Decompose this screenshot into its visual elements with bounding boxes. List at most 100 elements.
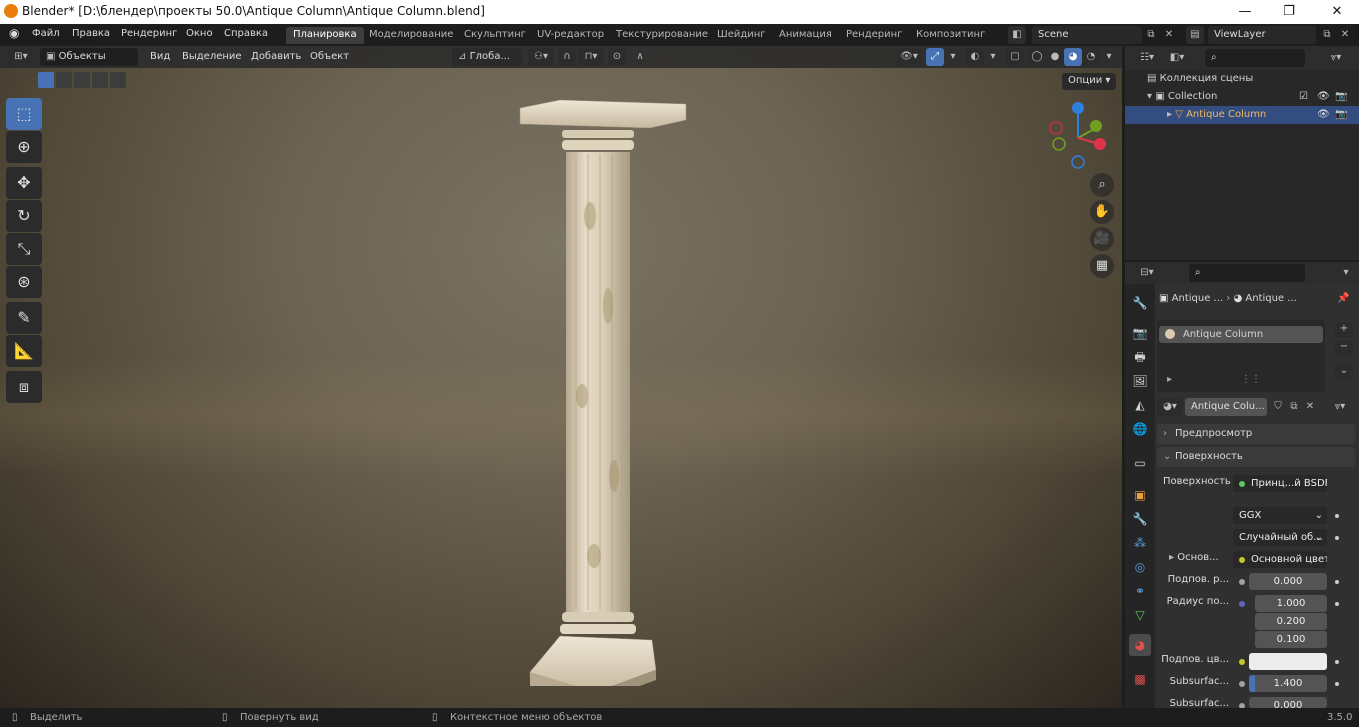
- menu-help[interactable]: Справка: [224, 28, 268, 39]
- color-socket-icon[interactable]: [1239, 659, 1245, 665]
- delete-scene-icon[interactable]: ✕: [1160, 26, 1178, 44]
- output-tab-icon[interactable]: 🖶: [1129, 346, 1151, 368]
- base-color-link-field[interactable]: Основной цвет: [1233, 551, 1327, 568]
- outliner-filter-icon[interactable]: ⩔▾: [1323, 49, 1349, 67]
- keyframe-dot-icon[interactable]: [1335, 514, 1339, 518]
- tab-animation[interactable]: Анимация: [772, 27, 839, 44]
- tool-tab-icon[interactable]: 🔧: [1129, 292, 1151, 314]
- expand-arrow-icon[interactable]: ▸: [1167, 109, 1175, 120]
- tab-sculpting[interactable]: Скульптинг: [457, 27, 533, 44]
- subsurface-method-dropdown[interactable]: Случайный об... ⌄: [1233, 529, 1327, 546]
- tab-texture-paint[interactable]: Текстурирование: [609, 27, 715, 44]
- outliner-row-collection[interactable]: ▾ ▣ Collection ☑ 👁 📷: [1125, 88, 1359, 106]
- collection-tab-icon[interactable]: ▭: [1129, 452, 1151, 474]
- keyframe-dot-icon[interactable]: [1335, 682, 1339, 686]
- camera-view-icon[interactable]: 🎥: [1090, 227, 1114, 251]
- outliner-search-input[interactable]: ⌕: [1205, 49, 1305, 67]
- material-filter-icon[interactable]: ⩔▾: [1327, 398, 1353, 416]
- expand-arrow-icon[interactable]: ▸: [1167, 374, 1172, 385]
- radius-z-field[interactable]: 0.100: [1255, 631, 1327, 648]
- menu-window[interactable]: Окно: [186, 28, 213, 39]
- overlays-icon[interactable]: ◐: [966, 48, 984, 66]
- exclude-checkbox-icon[interactable]: ☑: [1299, 88, 1308, 106]
- particles-tab-icon[interactable]: ⁂: [1129, 532, 1151, 554]
- resize-handle-icon[interactable]: ⋮⋮: [1241, 374, 1261, 385]
- properties-editor-type-icon[interactable]: ⊟▾: [1135, 264, 1159, 282]
- shading-material-icon[interactable]: ◕: [1064, 48, 1082, 66]
- keyframe-dot-icon[interactable]: [1335, 536, 1339, 540]
- tab-rendering[interactable]: Рендеринг: [839, 27, 909, 44]
- expand-arrow-icon[interactable]: ▾: [1147, 91, 1155, 102]
- select-subtract-icon[interactable]: [74, 72, 90, 88]
- keyframe-dot-icon[interactable]: [1335, 580, 1339, 584]
- scale-tool-icon[interactable]: ⤡: [6, 233, 42, 265]
- remove-slot-button[interactable]: −: [1335, 340, 1353, 356]
- options-dropdown[interactable]: Опции ▾: [1062, 73, 1116, 90]
- outliner-editor-type-icon[interactable]: ☷▾: [1135, 49, 1159, 67]
- render-camera-icon[interactable]: 📷: [1335, 106, 1347, 124]
- shading-dropdown-icon[interactable]: ▾: [1100, 48, 1118, 66]
- material-slot-list[interactable]: Antique Column ▸ ⋮⋮: [1157, 320, 1325, 392]
- pin-icon[interactable]: 📌: [1337, 290, 1349, 308]
- maximize-button[interactable]: ❐: [1274, 2, 1304, 22]
- slot-menu-button[interactable]: ⌄: [1335, 364, 1353, 380]
- gizmo-dropdown-icon[interactable]: ▾: [944, 48, 962, 66]
- snap-icon[interactable]: ∩: [558, 48, 576, 66]
- keyframe-dot-icon[interactable]: [1335, 602, 1339, 606]
- vector-socket-icon[interactable]: [1239, 601, 1245, 607]
- transform-orientation[interactable]: ⊿ Глоба...: [452, 48, 522, 66]
- antique-column-model[interactable]: [500, 96, 700, 686]
- move-tool-icon[interactable]: ✥: [6, 167, 42, 199]
- browse-material-icon[interactable]: ◕▾: [1157, 398, 1183, 416]
- rotate-tool-icon[interactable]: ↻: [6, 200, 42, 232]
- ortho-toggle-icon[interactable]: ▦: [1090, 254, 1114, 278]
- float-socket-icon[interactable]: [1239, 681, 1245, 687]
- select-intersect-icon[interactable]: [110, 72, 126, 88]
- viewport-menu-select[interactable]: Выделение: [182, 51, 242, 62]
- unlink-material-icon[interactable]: ✕: [1301, 398, 1319, 416]
- editor-type-icon[interactable]: ⊞▾: [8, 48, 34, 66]
- overlays-dropdown-icon[interactable]: ▾: [984, 48, 1002, 66]
- navigation-gizmo[interactable]: [1046, 100, 1116, 172]
- visibility-icon[interactable]: 👁▾: [896, 48, 922, 66]
- subsurface-ior-field[interactable]: 1.400: [1249, 675, 1327, 692]
- properties-search-input[interactable]: ⌕: [1189, 264, 1305, 282]
- add-slot-button[interactable]: +: [1335, 322, 1353, 338]
- view-layer-field[interactable]: ViewLayer: [1208, 26, 1316, 44]
- tab-compositing[interactable]: Композитинг: [909, 27, 992, 44]
- view-layer-tab-icon[interactable]: 🖼: [1129, 370, 1151, 392]
- display-mode-icon[interactable]: ◧▾: [1165, 49, 1189, 67]
- pan-view-icon[interactable]: ✋: [1090, 200, 1114, 224]
- hide-eye-icon[interactable]: 👁: [1317, 88, 1330, 106]
- radius-x-field[interactable]: 1.000: [1255, 595, 1327, 612]
- render-camera-icon[interactable]: 📷: [1335, 88, 1347, 106]
- world-tab-icon[interactable]: 🌐: [1129, 418, 1151, 440]
- select-extend-icon[interactable]: [56, 72, 72, 88]
- select-box-tool-icon[interactable]: ⬚: [6, 98, 42, 130]
- physics-tab-icon[interactable]: ◎: [1129, 556, 1151, 578]
- view-layer-icon[interactable]: ▤: [1186, 26, 1204, 44]
- material-name-field[interactable]: Antique Colu...: [1185, 398, 1267, 416]
- material-tab-icon[interactable]: ◕: [1129, 634, 1151, 656]
- texture-tab-icon[interactable]: ▩: [1129, 668, 1151, 690]
- annotate-tool-icon[interactable]: ✎: [6, 302, 42, 334]
- transform-tool-icon[interactable]: ⊛: [6, 266, 42, 298]
- scene-tab-icon[interactable]: ◭: [1129, 394, 1151, 416]
- add-cube-tool-icon[interactable]: ⧈: [6, 371, 42, 403]
- subsurface-anisotropy-field[interactable]: 0.000: [1249, 697, 1327, 708]
- render-tab-icon[interactable]: 📷: [1129, 322, 1151, 344]
- scene-name-field[interactable]: Scene: [1032, 26, 1142, 44]
- modifiers-tab-icon[interactable]: 🔧: [1129, 508, 1151, 530]
- menu-file[interactable]: Файл: [32, 28, 60, 39]
- tab-shading[interactable]: Шейдинг: [710, 27, 773, 44]
- tab-layout[interactable]: Планировка: [286, 27, 364, 44]
- tab-modeling[interactable]: Моделирование: [362, 27, 460, 44]
- viewport-menu-view[interactable]: Вид: [150, 51, 170, 62]
- delete-view-layer-icon[interactable]: ✕: [1336, 26, 1354, 44]
- minimize-button[interactable]: —: [1230, 2, 1260, 22]
- constraints-tab-icon[interactable]: ⚭: [1129, 580, 1151, 602]
- section-surface[interactable]: ⌄ Поверхность: [1157, 447, 1355, 467]
- keyframe-dot-icon[interactable]: [1335, 660, 1339, 664]
- new-view-layer-icon[interactable]: ⧉: [1318, 26, 1336, 44]
- viewport-menu-object[interactable]: Объект: [310, 51, 349, 62]
